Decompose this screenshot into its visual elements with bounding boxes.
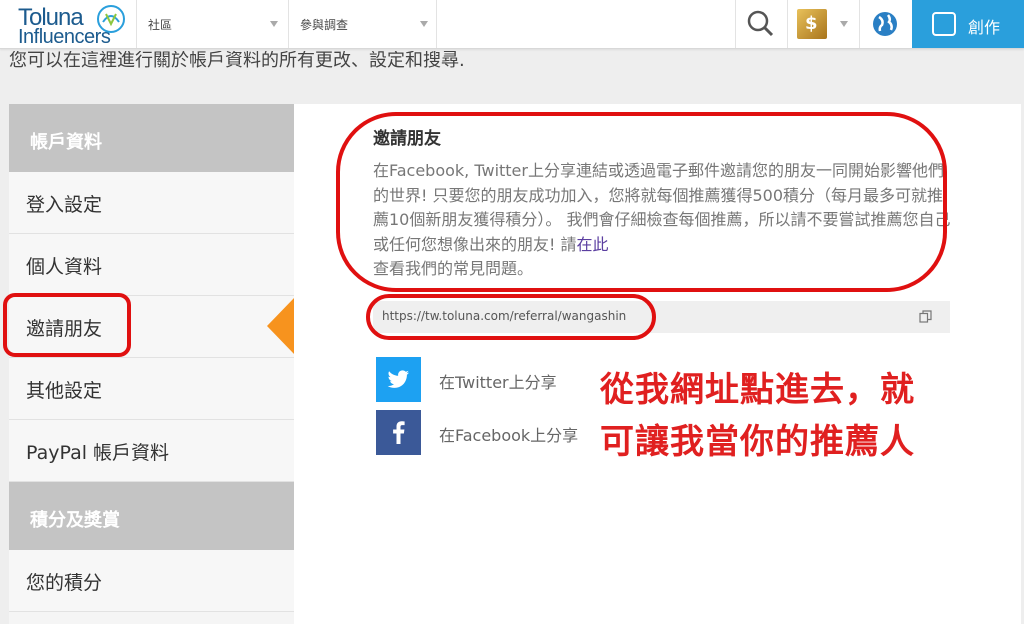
edit-icon [932, 12, 956, 36]
toluna-logo[interactable]: Toluna Influencers [8, 2, 134, 48]
sidebar-section-account: 帳戶資料 [9, 104, 294, 172]
twitter-share-label: 在Twitter上分享 [439, 373, 557, 392]
sidebar-item-paypal[interactable]: PayPal 帳戶資料 [9, 420, 294, 482]
chevron-down-icon [270, 21, 278, 27]
avatar-glyph: $ [805, 13, 818, 34]
nav-divider [436, 0, 437, 48]
profile-menu[interactable]: $ [788, 0, 858, 48]
create-label: 創作 [968, 18, 1001, 37]
create-button[interactable]: 創作 [912, 0, 1024, 48]
community-dropdown[interactable]: 社區 [136, 0, 288, 48]
sidebar-item-your-points[interactable]: 您的積分 [9, 550, 294, 612]
sidebar-item-profile[interactable]: 個人資料 [9, 234, 294, 296]
avatar: $ [797, 9, 827, 39]
active-item-arrow-icon [267, 297, 295, 355]
top-nav-bar: Toluna Influencers 社區 參與調查 $ 創作 [0, 0, 1024, 49]
sidebar-section-label: 積分及獎賞 [30, 510, 120, 531]
copy-icon[interactable] [919, 310, 932, 323]
sidebar-item-label: PayPal 帳戶資料 [26, 442, 170, 464]
surveys-dropdown[interactable]: 參與調查 [288, 0, 436, 48]
sidebar-section-points: 積分及獎賞 [9, 482, 294, 550]
sidebar-item-label: 個人資料 [26, 256, 103, 278]
globe-icon [873, 12, 897, 36]
annotation-line: 可讓我當你的推薦人 [600, 422, 915, 462]
chevron-down-icon [420, 21, 428, 27]
search-button[interactable] [736, 0, 786, 48]
sidebar-item-other-settings[interactable]: 其他設定 [9, 358, 294, 420]
language-button[interactable] [860, 0, 910, 48]
page-intro-text: 您可以在這裡進行關於帳戶資料的所有更改、設定和搜尋. [9, 51, 465, 71]
sidebar-item-label: 登入設定 [26, 194, 103, 216]
community-label: 社區 [148, 18, 173, 32]
facebook-share-label: 在Facebook上分享 [439, 426, 579, 445]
search-icon [747, 10, 774, 37]
facebook-icon [376, 410, 421, 455]
sidebar-item-login-settings[interactable]: 登入設定 [9, 172, 294, 234]
account-sidebar: 帳戶資料 登入設定 個人資料 邀請朋友 其他設定 PayPal 帳戶資料 積分及… [9, 104, 295, 624]
sidebar-item-label: 您的積分 [26, 572, 103, 594]
sidebar-section-label: 帳戶資料 [30, 132, 102, 153]
highlight-ring-url [366, 294, 656, 340]
annotation-text: 從我網址點進去，就 可讓我當你的推薦人 [600, 364, 1020, 468]
chevron-down-icon [840, 21, 848, 27]
twitter-icon [376, 357, 421, 402]
logo-emblem-icon [97, 5, 125, 33]
highlight-ring-sidebar [3, 293, 131, 357]
sidebar-item-label: 其他設定 [26, 380, 103, 402]
annotation-line: 從我網址點進去，就 [600, 370, 915, 410]
surveys-label: 參與調查 [300, 18, 349, 32]
highlight-ring-description [336, 112, 947, 292]
